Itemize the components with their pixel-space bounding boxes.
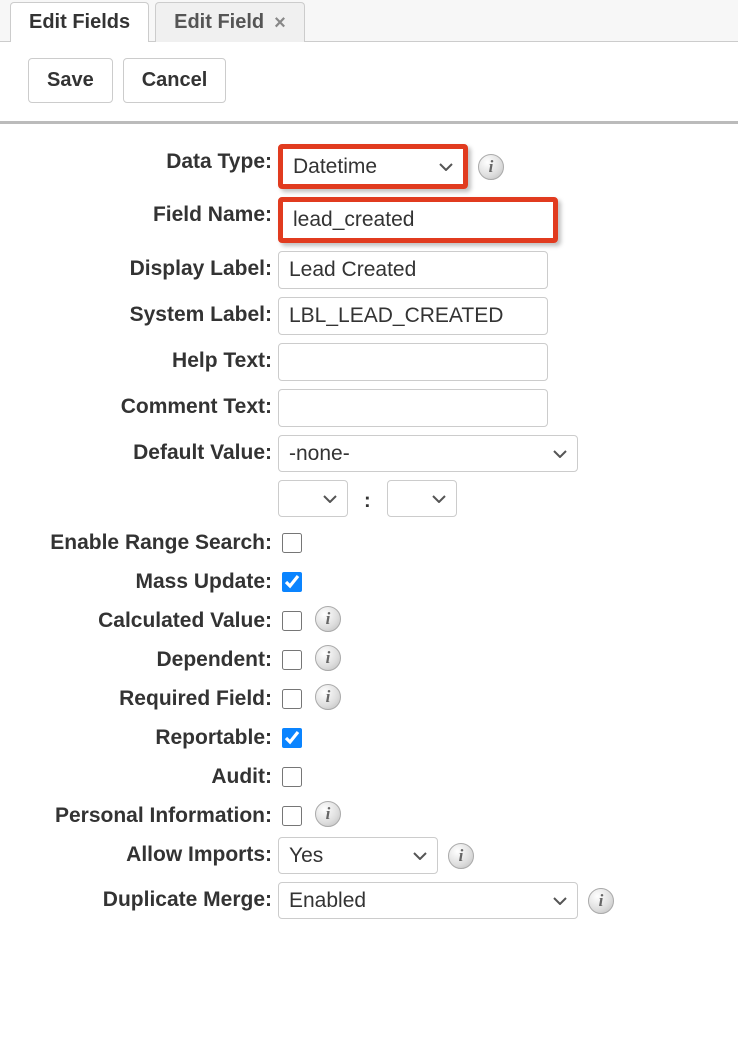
- label-required-field: Required Field:: [18, 681, 278, 711]
- info-icon[interactable]: i: [315, 801, 341, 827]
- info-icon[interactable]: i: [448, 843, 474, 869]
- enable-range-search-checkbox[interactable]: [282, 533, 302, 553]
- edit-field-form: Data Type: Datetime i Field Name: Displa…: [0, 124, 738, 937]
- help-text-input[interactable]: [278, 343, 548, 381]
- tab-bar: Edit Fields Edit Field ×: [0, 0, 738, 42]
- time-colon: :: [364, 484, 371, 513]
- label-data-type: Data Type:: [18, 144, 278, 174]
- cancel-button[interactable]: Cancel: [123, 58, 227, 103]
- field-name-input[interactable]: [283, 202, 553, 238]
- data-type-select[interactable]: Datetime: [283, 149, 463, 184]
- personal-information-checkbox[interactable]: [282, 806, 302, 826]
- label-default-value: Default Value:: [18, 435, 278, 465]
- label-comment-text: Comment Text:: [18, 389, 278, 419]
- mass-update-checkbox[interactable]: [282, 572, 302, 592]
- label-default-time: [18, 480, 278, 486]
- required-field-checkbox[interactable]: [282, 689, 302, 709]
- label-system-label: System Label:: [18, 297, 278, 327]
- default-hour-select[interactable]: [278, 480, 348, 517]
- label-calculated-value: Calculated Value:: [18, 603, 278, 633]
- label-display-label: Display Label:: [18, 251, 278, 281]
- tab-label: Edit Field: [174, 11, 264, 34]
- label-field-name: Field Name:: [18, 197, 278, 227]
- label-mass-update: Mass Update:: [18, 564, 278, 594]
- toolbar: Save Cancel: [0, 42, 738, 124]
- allow-imports-select[interactable]: Yes: [278, 837, 438, 874]
- label-reportable: Reportable:: [18, 720, 278, 750]
- close-icon[interactable]: ×: [274, 13, 286, 33]
- tab-label: Edit Fields: [29, 11, 130, 34]
- highlight-data-type: Datetime: [278, 144, 468, 189]
- label-enable-range-search: Enable Range Search:: [18, 525, 278, 555]
- calculated-value-checkbox[interactable]: [282, 611, 302, 631]
- system-label-input[interactable]: [278, 297, 548, 335]
- tab-edit-field[interactable]: Edit Field ×: [155, 2, 305, 42]
- display-label-input[interactable]: [278, 251, 548, 289]
- label-help-text: Help Text:: [18, 343, 278, 373]
- default-value-select[interactable]: -none-: [278, 435, 578, 472]
- info-icon[interactable]: i: [478, 154, 504, 180]
- highlight-field-name: [278, 197, 558, 243]
- info-icon[interactable]: i: [315, 684, 341, 710]
- label-allow-imports: Allow Imports:: [18, 837, 278, 867]
- tab-edit-fields[interactable]: Edit Fields: [10, 2, 149, 42]
- info-icon[interactable]: i: [315, 606, 341, 632]
- info-icon[interactable]: i: [588, 888, 614, 914]
- default-minute-select[interactable]: [387, 480, 457, 517]
- label-audit: Audit:: [18, 759, 278, 789]
- dependent-checkbox[interactable]: [282, 650, 302, 670]
- duplicate-merge-select[interactable]: Enabled: [278, 882, 578, 919]
- info-icon[interactable]: i: [315, 645, 341, 671]
- reportable-checkbox[interactable]: [282, 728, 302, 748]
- label-personal-information: Personal Information:: [18, 798, 278, 828]
- save-button[interactable]: Save: [28, 58, 113, 103]
- comment-text-input[interactable]: [278, 389, 548, 427]
- label-dependent: Dependent:: [18, 642, 278, 672]
- label-duplicate-merge: Duplicate Merge:: [18, 882, 278, 912]
- audit-checkbox[interactable]: [282, 767, 302, 787]
